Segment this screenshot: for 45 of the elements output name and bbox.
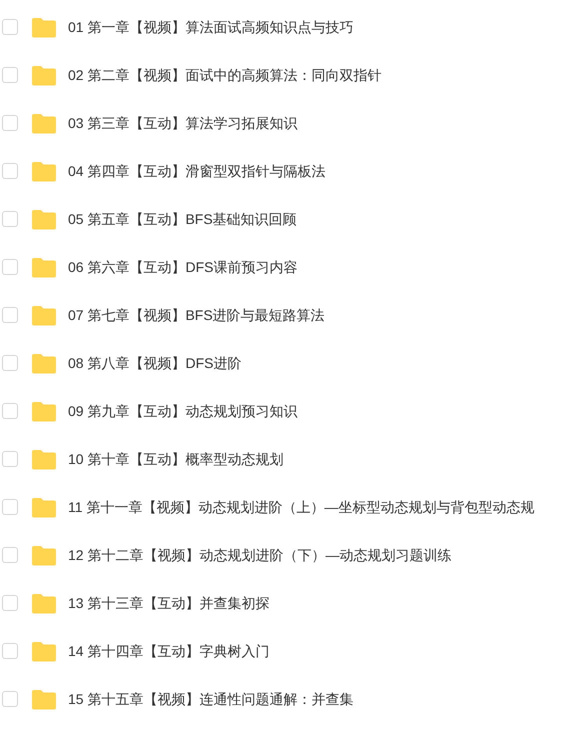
folder-name[interactable]: 04 第四章【互动】滑窗型双指针与隔板法: [68, 160, 326, 182]
folder-icon: [31, 256, 57, 278]
folder-icon: [31, 592, 57, 614]
folder-icon: [31, 64, 57, 86]
folder-name[interactable]: 14 第十四章【互动】字典树入门: [68, 640, 270, 662]
checkbox[interactable]: [2, 115, 18, 131]
checkbox[interactable]: [2, 211, 18, 227]
checkbox[interactable]: [2, 355, 18, 371]
checkbox[interactable]: [2, 643, 18, 659]
checkbox[interactable]: [2, 259, 18, 275]
folder-name[interactable]: 10 第十章【互动】概率型动态规划: [68, 448, 284, 470]
folder-icon: [31, 352, 57, 374]
folder-icon: [31, 496, 57, 518]
folder-name[interactable]: 09 第九章【互动】动态规划预习知识: [68, 400, 298, 422]
folder-icon: [31, 688, 57, 710]
folder-name[interactable]: 11 第十一章【视频】动态规划进阶（上）—坐标型动态规划与背包型动态规: [68, 496, 534, 518]
folder-name[interactable]: 13 第十三章【互动】并查集初探: [68, 592, 270, 614]
checkbox[interactable]: [2, 307, 18, 323]
folder-icon: [31, 544, 57, 566]
folder-icon: [31, 400, 57, 422]
folder-icon: [31, 112, 57, 134]
folder-name[interactable]: 05 第五章【互动】BFS基础知识回顾: [68, 208, 297, 230]
checkbox[interactable]: [2, 67, 18, 83]
checkbox[interactable]: [2, 691, 18, 707]
folder-icon: [31, 640, 57, 662]
checkbox[interactable]: [2, 163, 18, 179]
folder-icon: [31, 160, 57, 182]
folder-icon: [31, 16, 57, 38]
folder-name[interactable]: 06 第六章【互动】DFS课前预习内容: [68, 256, 298, 278]
folder-name[interactable]: 12 第十二章【视频】动态规划进阶（下）—动态规划习题训练: [68, 544, 452, 566]
folder-name[interactable]: 03 第三章【互动】算法学习拓展知识: [68, 112, 298, 134]
checkbox[interactable]: [2, 403, 18, 419]
folder-name[interactable]: 02 第二章【视频】面试中的高频算法：同向双指针: [68, 64, 382, 86]
folder-name[interactable]: 07 第七章【视频】BFS进阶与最短路算法: [68, 304, 325, 326]
folder-icon: [31, 448, 57, 470]
folder-icon: [31, 304, 57, 326]
checkbox[interactable]: [2, 499, 18, 515]
checkbox[interactable]: [2, 547, 18, 563]
checkbox[interactable]: [2, 595, 18, 611]
folder-name[interactable]: 01 第一章【视频】算法面试高频知识点与技巧: [68, 16, 354, 38]
checkbox[interactable]: [2, 451, 18, 467]
checkbox[interactable]: [2, 19, 18, 35]
folder-name[interactable]: 15 第十五章【视频】连通性问题通解：并查集: [68, 688, 354, 710]
folder-name[interactable]: 08 第八章【视频】DFS进阶: [68, 352, 242, 374]
folder-icon: [31, 208, 57, 230]
